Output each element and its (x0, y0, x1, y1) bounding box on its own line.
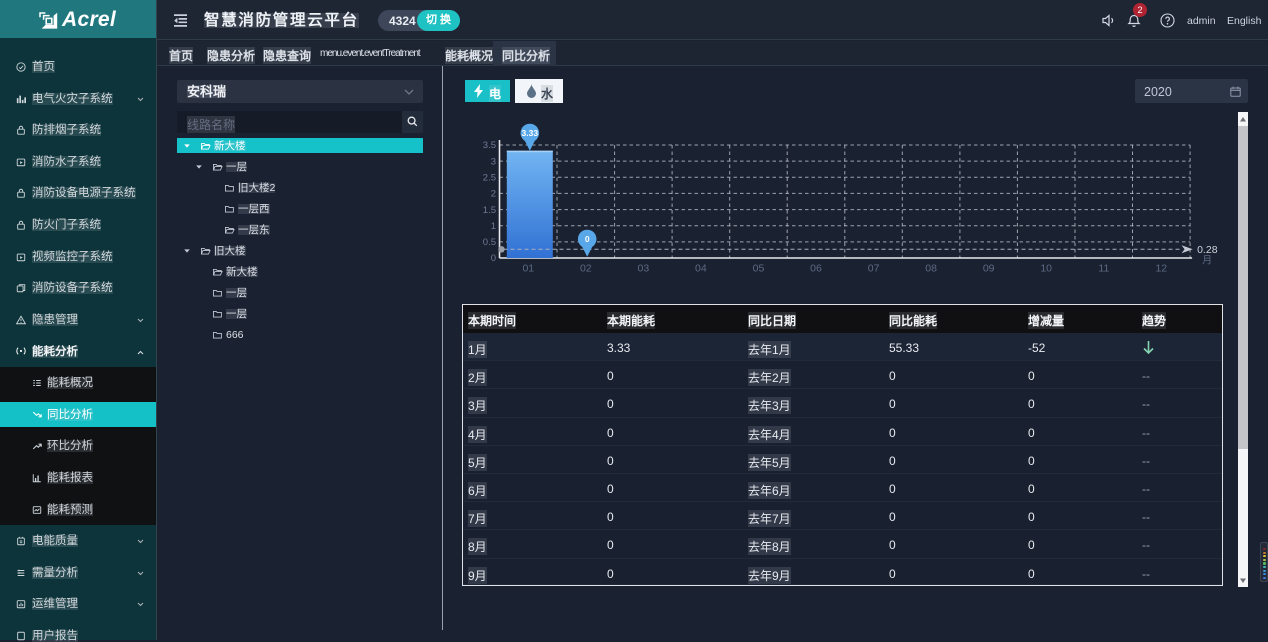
svg-text:03: 03 (638, 263, 650, 275)
svg-text:0.28: 0.28 (1197, 244, 1218, 256)
svg-text:05: 05 (753, 263, 765, 275)
svg-text:12: 12 (1155, 263, 1167, 275)
svg-text:2.5: 2.5 (483, 173, 496, 184)
svg-text:3: 3 (491, 156, 496, 167)
svg-text:10: 10 (1040, 263, 1052, 275)
svg-text:11: 11 (1098, 263, 1109, 275)
svg-text:月: 月 (1202, 254, 1212, 266)
svg-text:08: 08 (925, 263, 937, 275)
svg-text:2: 2 (491, 189, 496, 200)
svg-text:3.33: 3.33 (522, 128, 539, 138)
svg-text:02: 02 (580, 263, 592, 275)
svg-text:0: 0 (491, 253, 496, 264)
svg-text:3.5: 3.5 (483, 140, 496, 151)
svg-text:07: 07 (868, 263, 880, 275)
svg-text:0.5: 0.5 (483, 237, 496, 248)
svg-text:06: 06 (810, 263, 822, 275)
svg-text:1.5: 1.5 (483, 205, 496, 216)
svg-text:04: 04 (695, 263, 707, 275)
svg-text:1: 1 (491, 221, 496, 232)
svg-text:01: 01 (522, 263, 534, 275)
svg-text:09: 09 (983, 263, 995, 275)
svg-text:0: 0 (585, 234, 590, 244)
